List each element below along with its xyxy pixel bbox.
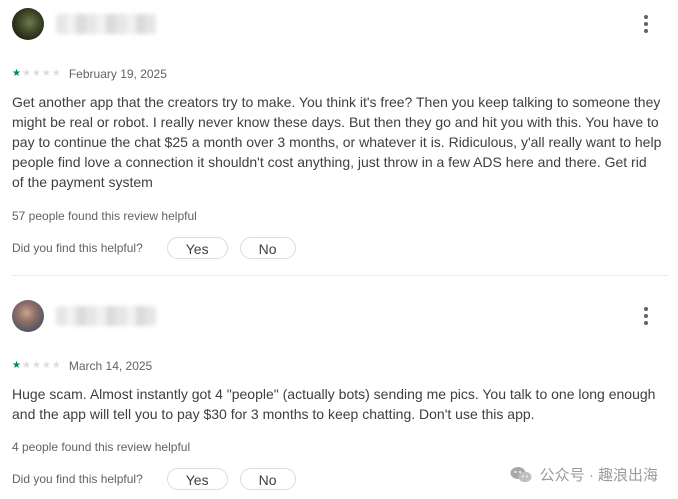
- review-text: Huge scam. Almost instantly got 4 "peopl…: [12, 386, 656, 422]
- helpful-prompt: Did you find this helpful?: [12, 472, 143, 486]
- helpful-count: 4 people found this review helpful: [12, 440, 191, 454]
- watermark: 公众号 · 趣浪出海: [510, 464, 658, 485]
- avatar: [12, 300, 44, 332]
- star-rating: ★ ★ ★ ★ ★: [12, 361, 61, 371]
- no-button[interactable]: No: [239, 468, 296, 490]
- review-header: [12, 300, 672, 332]
- reviewer-name-blurred: [56, 306, 156, 326]
- no-button[interactable]: No: [239, 237, 296, 259]
- wechat-icon: [510, 466, 532, 482]
- star-filled-icon: ★: [12, 68, 21, 79]
- star-empty-icon: ★: [21, 360, 31, 371]
- star-empty-icon: ★: [31, 68, 41, 79]
- yes-button[interactable]: Yes: [166, 237, 228, 259]
- divider: [12, 275, 668, 276]
- review-header: [12, 8, 672, 40]
- star-empty-icon: ★: [51, 360, 61, 371]
- reviewer-name-blurred: [56, 14, 156, 34]
- star-filled-icon: ★: [12, 360, 21, 371]
- star-empty-icon: ★: [21, 68, 31, 79]
- review-date: March 14, 2025: [68, 359, 153, 373]
- yes-button[interactable]: Yes: [166, 468, 228, 490]
- review-text: Get another app that the creators try to…: [12, 94, 662, 190]
- helpful-count: 57 people found this review helpful: [12, 209, 197, 223]
- more-options-icon[interactable]: [634, 12, 658, 36]
- review-meta: ★ ★ ★ ★ ★ February 19, 2025: [12, 66, 167, 82]
- more-options-icon[interactable]: [634, 304, 658, 328]
- star-empty-icon: ★: [31, 360, 41, 371]
- star-rating: ★ ★ ★ ★ ★: [12, 69, 61, 79]
- star-empty-icon: ★: [51, 68, 61, 79]
- avatar: [12, 8, 44, 40]
- watermark-text: 公众号 · 趣浪出海: [539, 467, 658, 484]
- review-date: February 19, 2025: [68, 67, 167, 81]
- star-empty-icon: ★: [41, 360, 51, 371]
- helpful-prompt: Did you find this helpful?: [12, 241, 143, 255]
- helpful-prompt-row: Did you find this helpful? Yes No: [12, 235, 308, 261]
- review-meta: ★ ★ ★ ★ ★ March 14, 2025: [12, 358, 152, 374]
- star-empty-icon: ★: [41, 68, 51, 79]
- helpful-prompt-row: Did you find this helpful? Yes No: [12, 466, 308, 492]
